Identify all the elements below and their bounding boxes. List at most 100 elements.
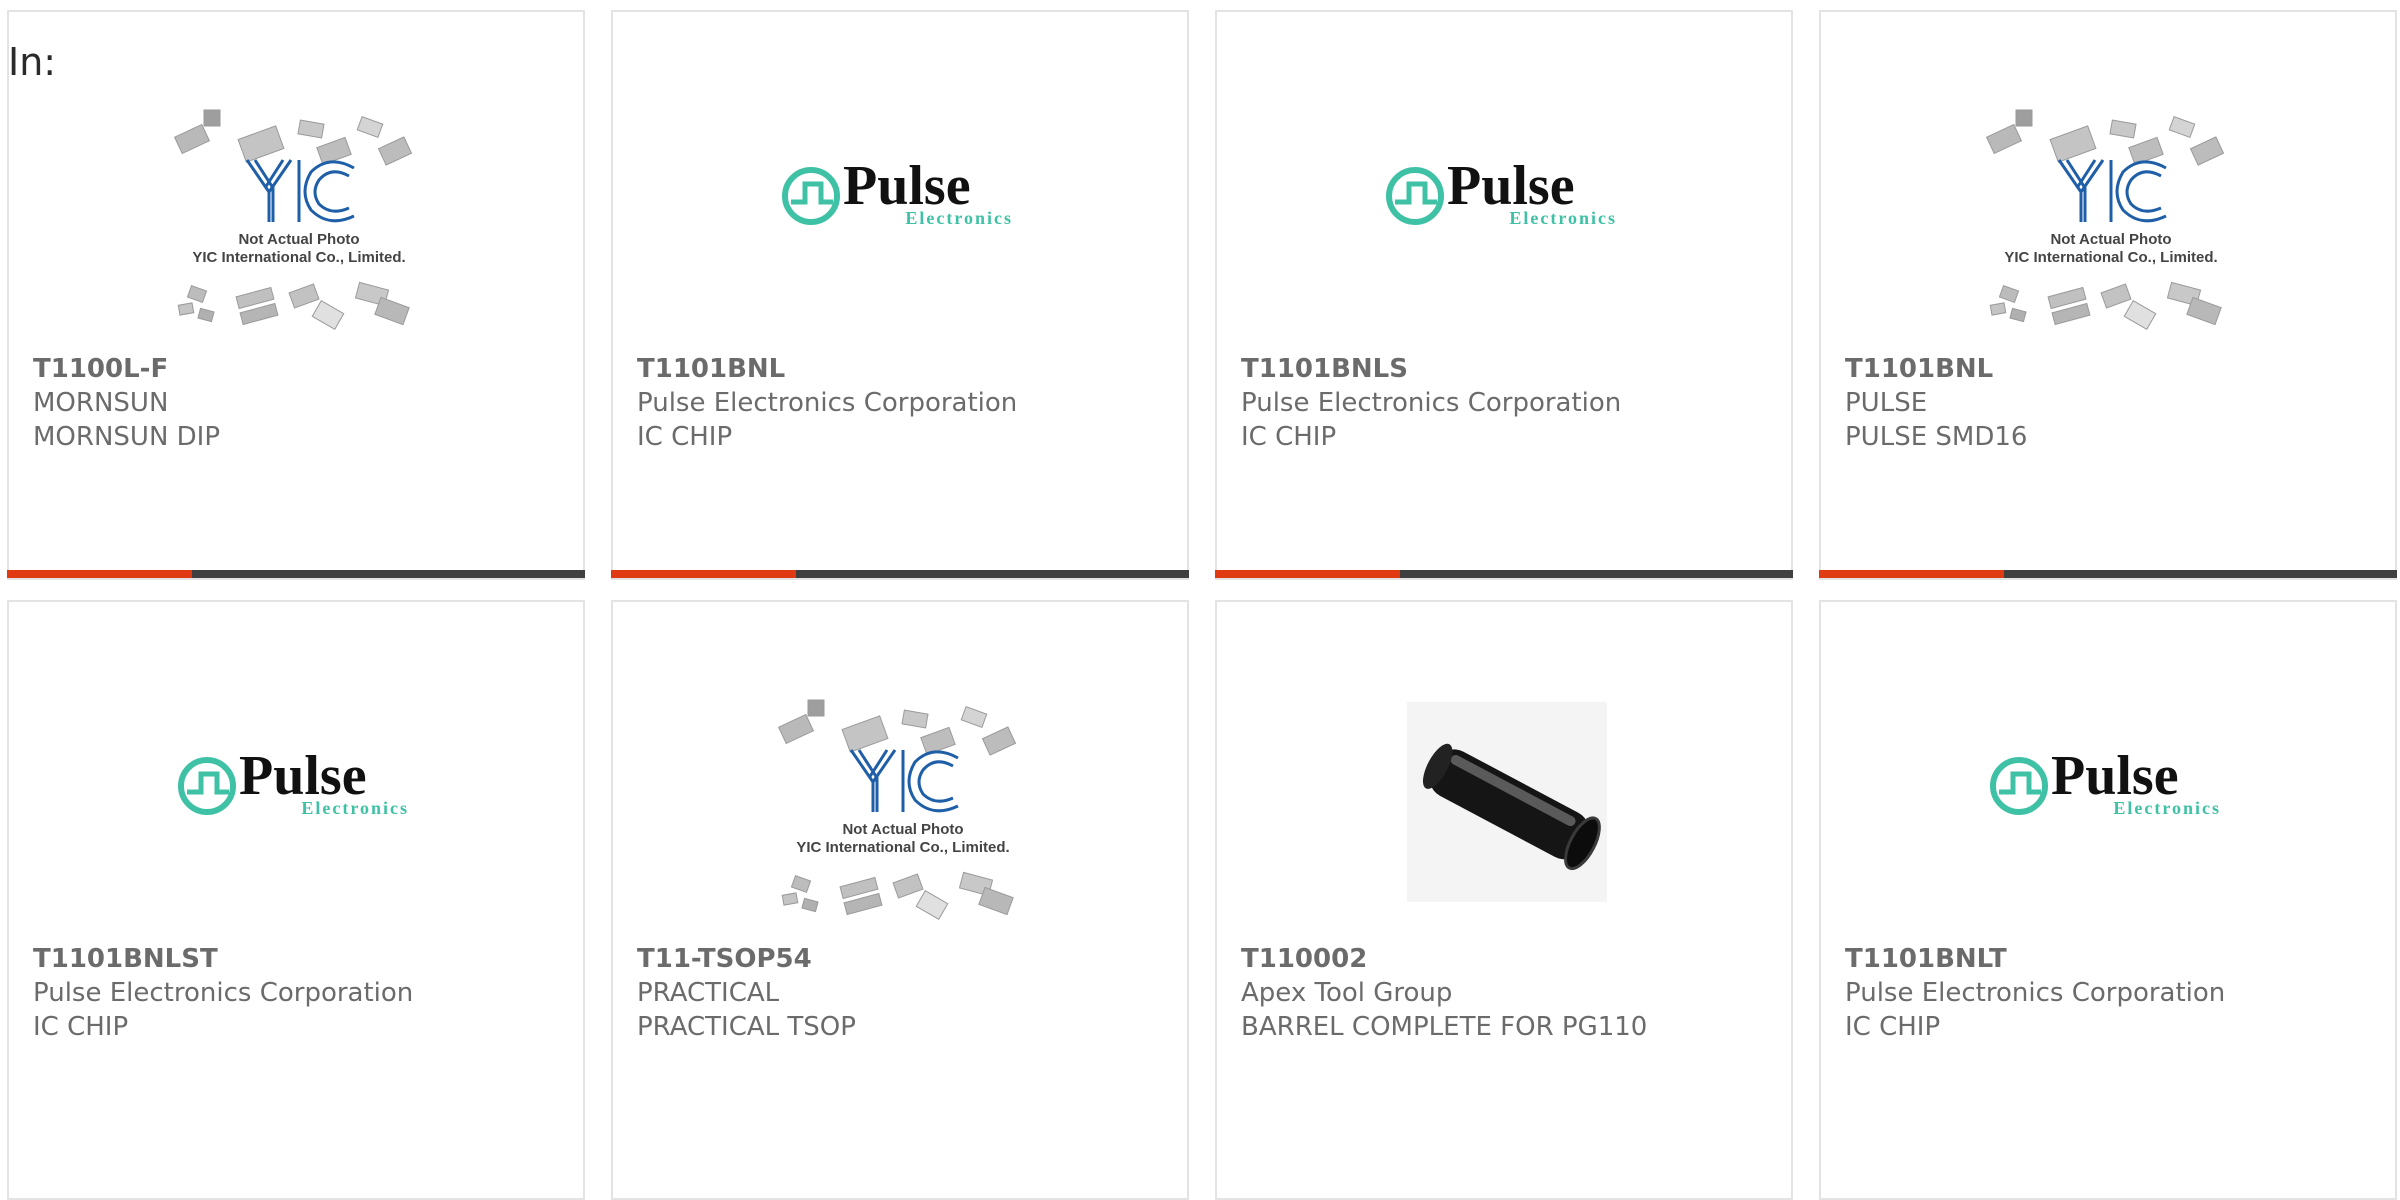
progress-bar-fill (1819, 570, 2004, 578)
chip-graphic (177, 302, 195, 316)
part-number-link[interactable]: T11-TSOP54 (637, 942, 1167, 976)
progress-bar (611, 570, 1189, 578)
progress-bar (7, 570, 585, 578)
chip-graphic (377, 136, 413, 166)
yic-placeholder-image: Not Actual PhotoYIC International Co., L… (1985, 109, 2225, 330)
yic-company-caption: YIC International Co., Limited. (192, 249, 405, 266)
description: BARREL COMPLETE FOR PG110 (1241, 1012, 1648, 1042)
chip-graphic (901, 709, 929, 729)
pulse-logo-image: PulseElectronics (1386, 155, 1615, 228)
product-image[interactable]: Not Actual Photo YIC International Co., L… (1971, 92, 2251, 342)
chip-graphic (892, 873, 924, 899)
product-card[interactable]: Pulse Electronics T1101BNLS Pulse Electro… (1215, 10, 1793, 580)
product-image[interactable]: Pulse Electronics (1367, 92, 1647, 342)
product-grid: In: Not Actual Photo YIC International Co… (0, 0, 2400, 1200)
chip-graphic (2189, 136, 2225, 166)
product-card[interactable]: Pulse Electronics T1101BNLT Pulse Electro… (1819, 600, 2397, 1200)
yic-company-caption: YIC International Co., Limited. (2004, 249, 2217, 266)
product-info: T11-TSOP54 PRACTICAL PRACTICAL TSOP (637, 942, 1167, 1044)
product-image[interactable]: Pulse Electronics (763, 92, 1043, 342)
chip-graphic (1985, 123, 2023, 155)
description: IC CHIP (1241, 422, 1337, 452)
chip-graphic (2100, 283, 2132, 309)
chip-graphic (807, 699, 825, 717)
chip-graphic (2015, 109, 2033, 127)
pulse-logo-mark (178, 757, 236, 815)
part-number-link[interactable]: T1101BNL (1845, 352, 2375, 386)
progress-bar (1819, 570, 2397, 578)
chip-graphic (288, 283, 320, 309)
chip-graphic (2049, 125, 2097, 163)
chip-graphic (2168, 116, 2196, 138)
yic-logo (245, 159, 355, 223)
description: PULSE SMD16 (1845, 422, 2028, 452)
chip-graphic (790, 874, 812, 894)
progress-bar-fill (7, 570, 192, 578)
chip-graphic (960, 706, 988, 728)
yic-placeholder-image: Not Actual PhotoYIC International Co., L… (777, 699, 1017, 920)
product-info: T1100L-F MORNSUN MORNSUN DIP (33, 352, 563, 454)
part-number-link[interactable]: T1101BNLT (1845, 942, 2375, 976)
filter-label: In: (8, 40, 57, 84)
chip-graphic (1998, 284, 2020, 304)
product-card[interactable]: Not Actual Photo YIC International Co., L… (7, 10, 585, 580)
product-info: T1101BNLST Pulse Electronics Corporation… (33, 942, 563, 1044)
not-actual-photo-caption: Not Actual Photo (842, 821, 963, 838)
yic-logo (849, 749, 959, 813)
part-number-link[interactable]: T1100L-F (33, 352, 563, 386)
chip-graphic (197, 307, 215, 323)
part-number-link[interactable]: T1101BNLST (33, 942, 563, 976)
product-card[interactable]: Not Actual Photo YIC International Co., L… (611, 600, 1189, 1200)
pulse-logo-image: PulseElectronics (1990, 745, 2219, 818)
product-image[interactable]: Pulse Electronics (1971, 682, 2251, 932)
barrel-photo (1407, 702, 1607, 902)
product-info: T1101BNL PULSE PULSE SMD16 (1845, 352, 2375, 454)
product-card[interactable]: Pulse Electronics T1101BNLST Pulse Electr… (7, 600, 585, 1200)
chip-graphic (978, 886, 1014, 916)
yic-company-caption: YIC International Co., Limited. (796, 839, 1009, 856)
pulse-logo-image: PulseElectronics (178, 745, 407, 818)
product-image[interactable]: Not Actual Photo YIC International Co., L… (763, 682, 1043, 932)
yic-logo (2057, 159, 2167, 223)
pulse-logo-mark (1990, 757, 2048, 815)
chip-graphic (2186, 296, 2222, 326)
description: MORNSUN DIP (33, 422, 221, 452)
part-number-link[interactable]: T1101BNLS (1241, 352, 1771, 386)
chip-graphic (915, 890, 949, 920)
product-card[interactable]: T110002 Apex Tool Group BARREL COMPLETE … (1215, 600, 1793, 1200)
progress-bar-fill (1215, 570, 1400, 578)
chip-graphic (374, 296, 410, 326)
part-number-link[interactable]: T110002 (1241, 942, 1771, 976)
manufacturer: Pulse Electronics Corporation (1241, 388, 1622, 418)
description: IC CHIP (637, 422, 733, 452)
product-card[interactable]: Pulse Electronics T1101BNL Pulse Electron… (611, 10, 1189, 580)
product-image[interactable]: Pulse Electronics (159, 682, 439, 932)
chip-graphic (841, 715, 889, 753)
progress-bar-fill (611, 570, 796, 578)
chip-graphic (2109, 119, 2137, 139)
pulse-logo-mark (782, 167, 840, 225)
manufacturer: Pulse Electronics Corporation (637, 388, 1018, 418)
progress-bar (1215, 570, 1793, 578)
description: IC CHIP (1845, 1012, 1941, 1042)
pulse-logo-mark (1386, 167, 1444, 225)
chip-graphic (203, 109, 221, 127)
pulse-logo-image: PulseElectronics (782, 155, 1011, 228)
part-number-link[interactable]: T1101BNL (637, 352, 1167, 386)
product-info: T1101BNLS Pulse Electronics Corporation … (1241, 352, 1771, 454)
product-image[interactable] (1367, 682, 1647, 932)
description: IC CHIP (33, 1012, 129, 1042)
chip-graphic (311, 300, 345, 330)
product-card[interactable]: Not Actual Photo YIC International Co., L… (1819, 10, 2397, 580)
manufacturer: Pulse Electronics Corporation (1845, 978, 2226, 1008)
chip-graphic (981, 726, 1017, 756)
chip-graphic (237, 125, 285, 163)
product-image[interactable]: Not Actual Photo YIC International Co., L… (159, 92, 439, 342)
chip-graphic (2123, 300, 2157, 330)
chip-graphic (356, 116, 384, 138)
not-actual-photo-caption: Not Actual Photo (238, 231, 359, 248)
chip-graphic (297, 119, 325, 139)
not-actual-photo-caption: Not Actual Photo (2050, 231, 2171, 248)
chip-graphic (1989, 302, 2007, 316)
description: PRACTICAL TSOP (637, 1012, 856, 1042)
